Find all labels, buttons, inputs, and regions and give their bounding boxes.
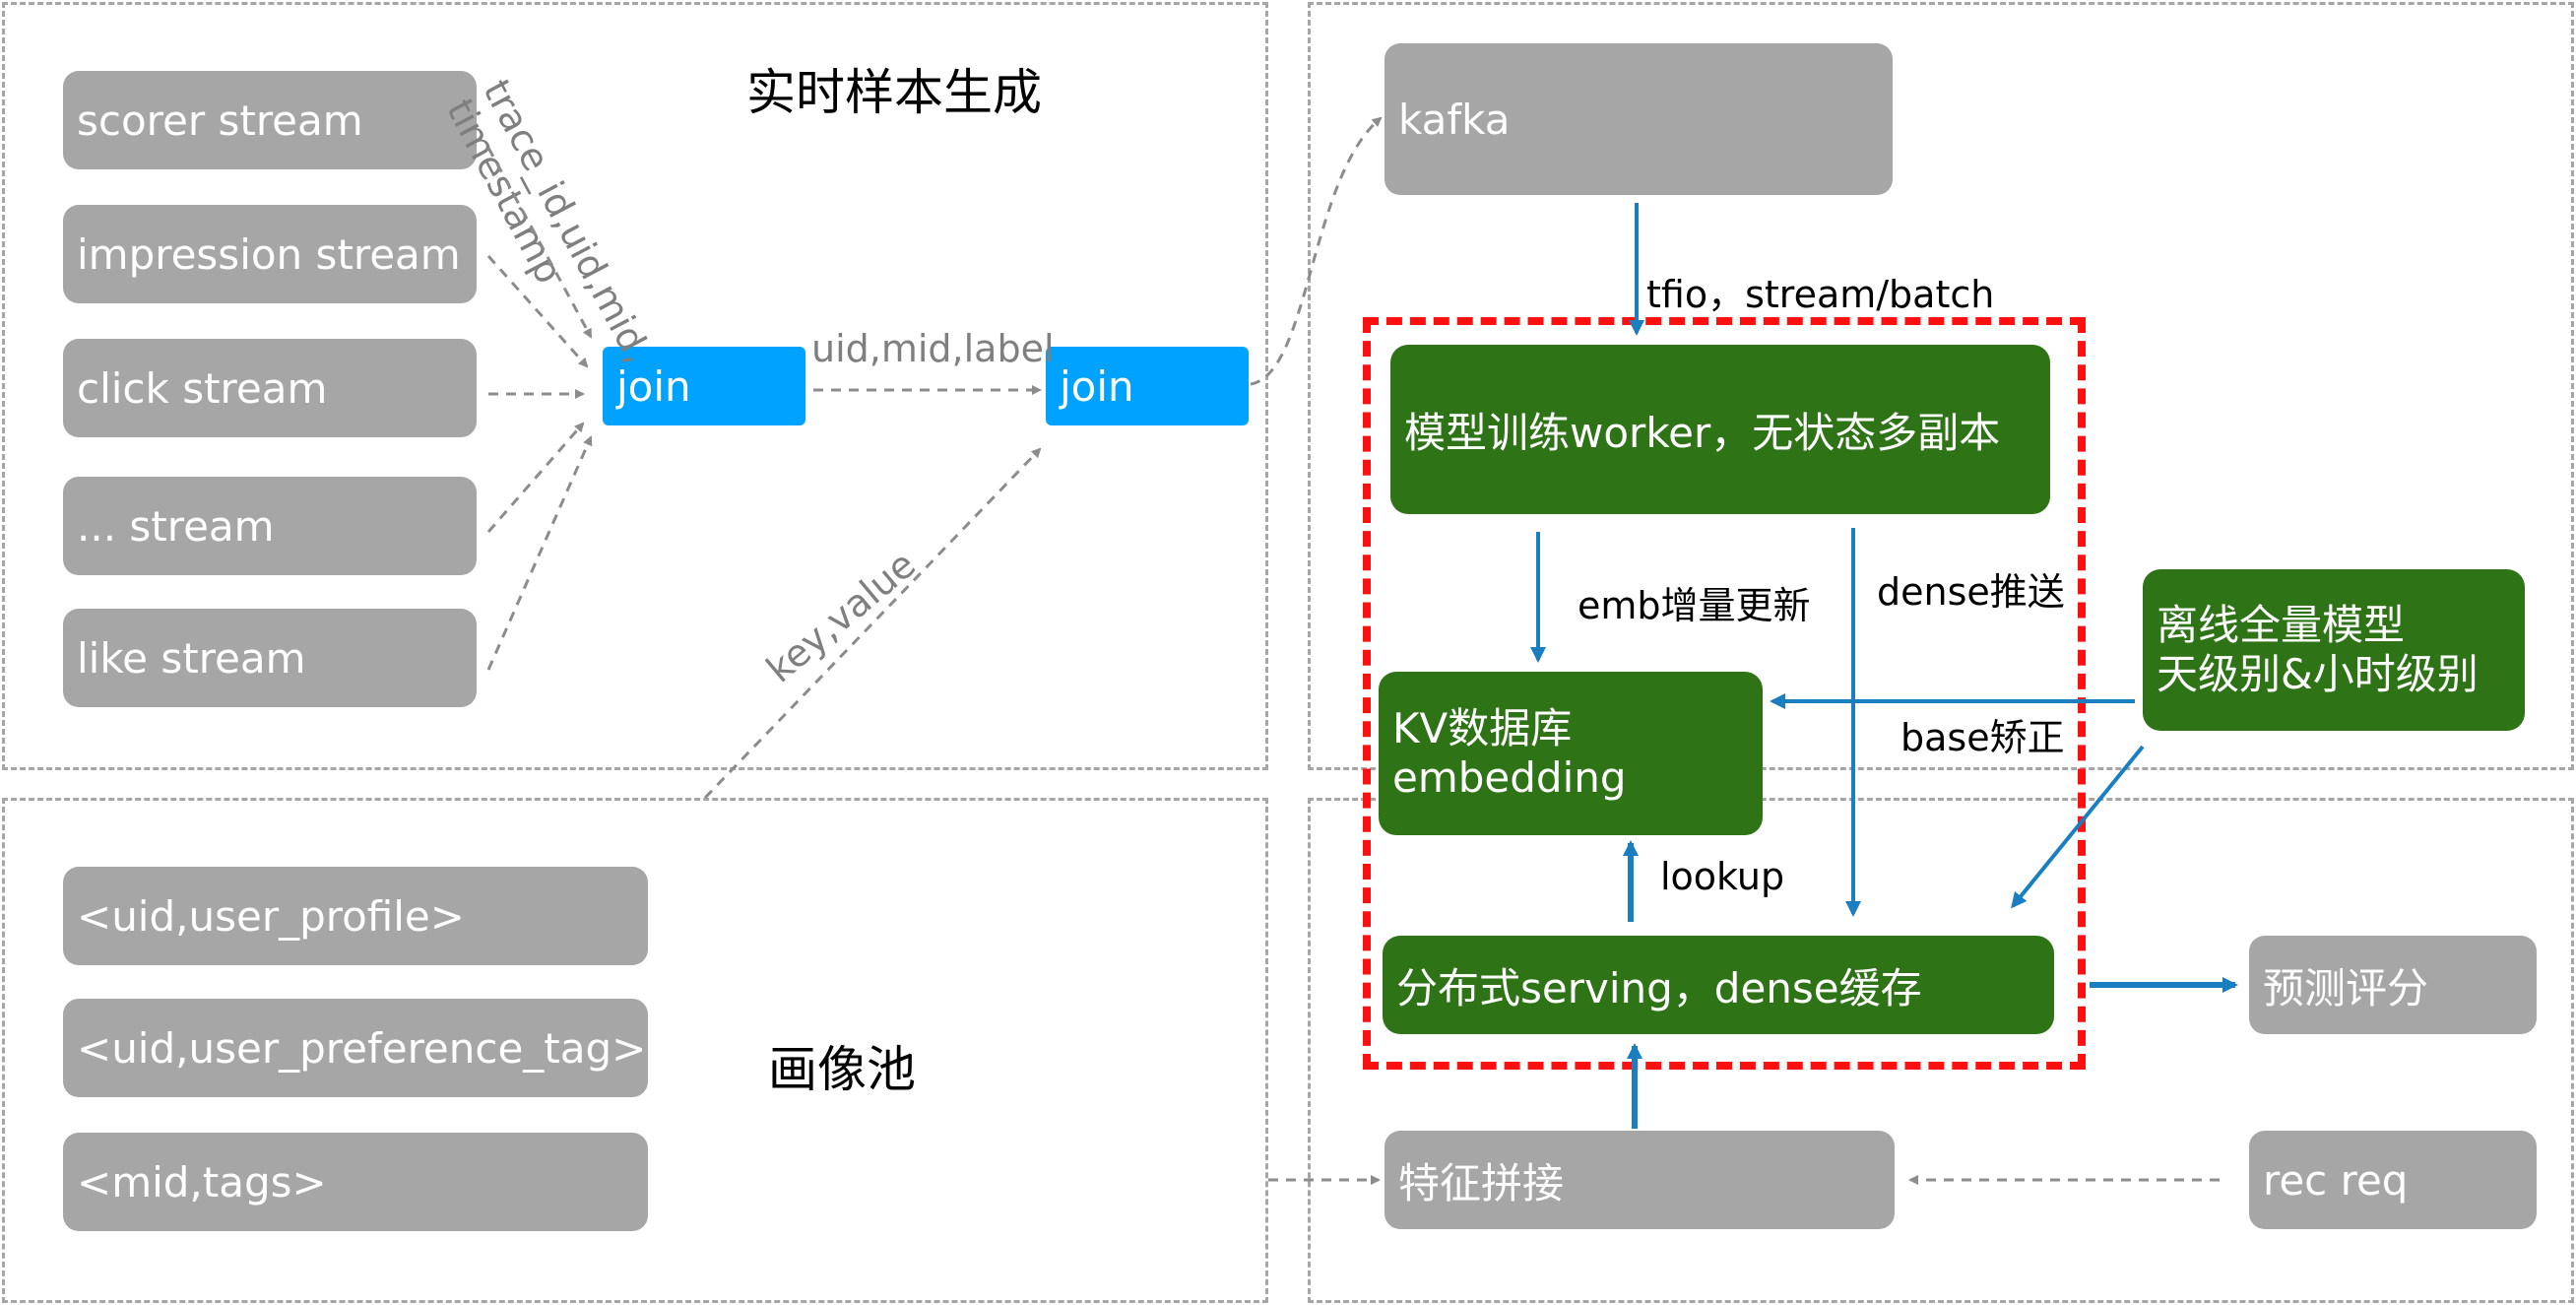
edge-offline-to-serving — [2011, 745, 2145, 909]
edges-layer — [486, 116, 2238, 1185]
edge-other-to-join — [486, 422, 585, 533]
edge-impression-to-join — [486, 255, 589, 368]
edge-scorer-to-join — [486, 147, 593, 339]
edge-join-to-kafka — [1250, 116, 1383, 386]
edge-profile-to-join — [703, 447, 1042, 800]
